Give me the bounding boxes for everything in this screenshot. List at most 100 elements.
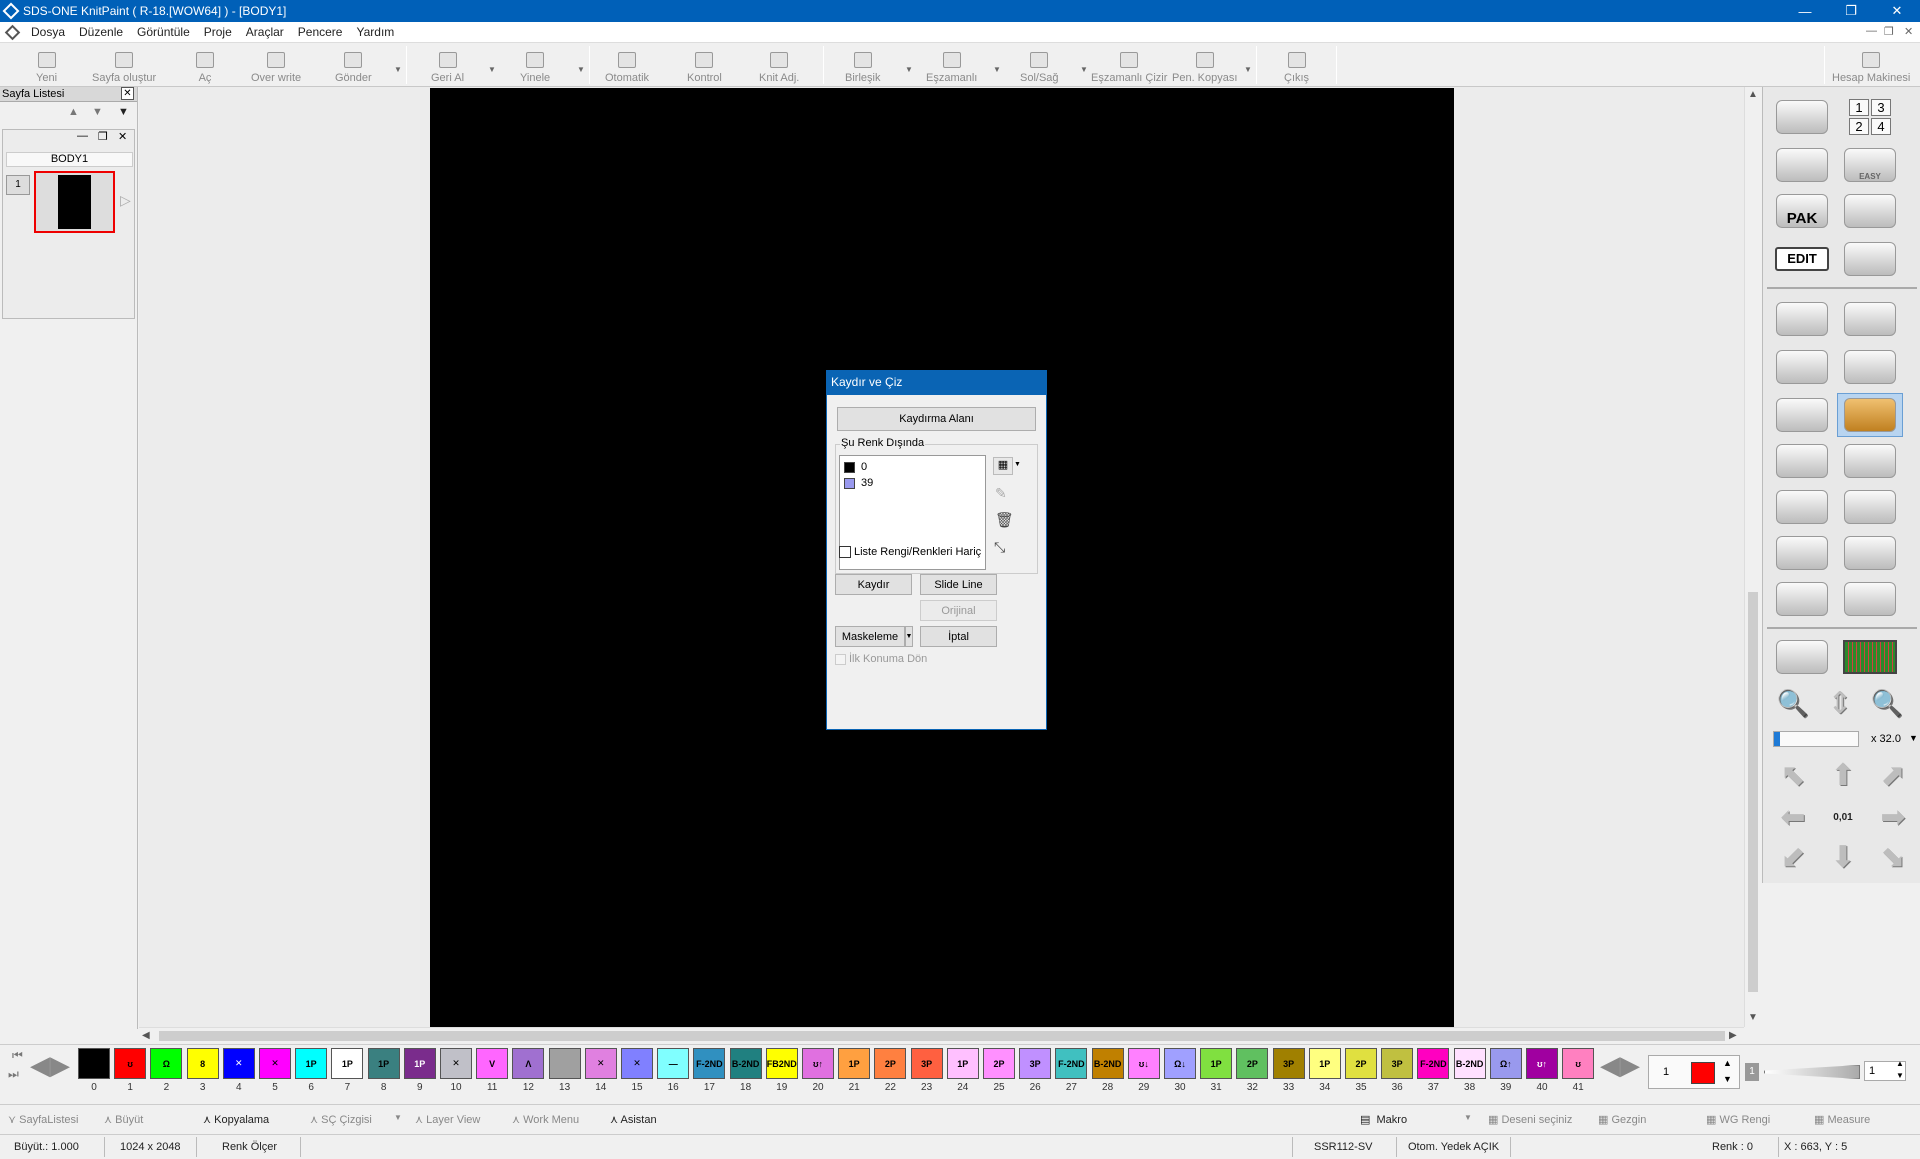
color-swatch-5[interactable]: ✕ (259, 1048, 291, 1079)
color-swatch-16[interactable]: — (657, 1048, 690, 1079)
simultaneous-button[interactable]: Eşzamanlı (926, 45, 977, 85)
scroll-down-icon[interactable]: ▼ (1748, 1012, 1758, 1023)
page-list-close-button[interactable]: ✕ (121, 87, 134, 100)
pick-color-icon[interactable]: ⤡ (994, 539, 1005, 556)
value-down-icon[interactable]: ▼ (1896, 1071, 1904, 1080)
draw-tool-button[interactable] (1769, 95, 1835, 139)
mask-dropdown-icon[interactable]: ▼ (905, 626, 913, 647)
page-tab-body1[interactable]: BODY1 (6, 152, 133, 167)
select-pattern-button[interactable]: ▦ Deseni seçiniz (1488, 1113, 1572, 1126)
eraser-tool-button[interactable] (1837, 577, 1903, 621)
redo-button[interactable]: Yinele (520, 45, 550, 85)
color-swatch-18[interactable]: B-2ND (729, 1048, 762, 1079)
undo-dropdown-icon[interactable]: ▼ (488, 65, 496, 74)
exit-button[interactable]: Çıkış (1284, 45, 1309, 85)
color-swatch-34[interactable]: 1P (1308, 1048, 1341, 1079)
pattern-tool-button[interactable] (1769, 143, 1835, 187)
palette-scroll-left-icon[interactable]: ◀ (1600, 1050, 1620, 1081)
page-thumbnail[interactable] (34, 171, 115, 233)
nudge-button[interactable]: 0,01 (1821, 799, 1865, 835)
combine-dropdown-icon[interactable]: ▼ (905, 65, 913, 74)
scissor-tool-button[interactable] (1837, 237, 1903, 281)
zoom-slider-thumb[interactable] (1774, 732, 1780, 746)
color-swatch-12[interactable]: Λ (512, 1048, 545, 1079)
checkbox-box[interactable] (835, 653, 846, 665)
color-swatch-26[interactable]: 3P (1019, 1048, 1052, 1079)
window-copy-button[interactable]: Pen. Kopyası (1172, 45, 1237, 85)
move-down-right-button[interactable]: ⬊ (1871, 839, 1915, 875)
value-up-icon[interactable]: ▲ (1896, 1059, 1904, 1068)
color-swatch-36[interactable]: 3P (1381, 1048, 1414, 1079)
mdi-minimize-button[interactable]: — (1866, 25, 1877, 37)
value-slider[interactable] (1764, 1065, 1860, 1079)
paste-tool-button[interactable] (1837, 531, 1903, 575)
move-left-button[interactable]: ⬅ (1771, 799, 1815, 835)
menu-project[interactable]: Proje (197, 25, 239, 39)
color-swatch-30[interactable]: Ω↓ (1164, 1048, 1196, 1079)
tree-tool-button[interactable] (1769, 393, 1835, 437)
palette-next-icon[interactable]: ▶ (50, 1050, 70, 1081)
new-button[interactable]: Yeni (36, 45, 57, 85)
color-swatch-21[interactable]: 1P (838, 1048, 871, 1079)
palette-prev-icon[interactable]: ◀ (30, 1050, 50, 1081)
selected-color-swatch[interactable] (1691, 1062, 1715, 1084)
horizontal-scroll-thumb[interactable] (159, 1031, 1725, 1041)
menu-tools[interactable]: Araçlar (239, 25, 291, 39)
color-swatch-4[interactable]: ✕ (222, 1048, 255, 1079)
color-swatch-15[interactable]: ✕ (621, 1048, 653, 1079)
move-up-icon[interactable]: ▲ (68, 106, 79, 118)
close-button[interactable]: ✕ (1874, 0, 1920, 22)
color-swatch-32[interactable]: 2P (1236, 1048, 1269, 1079)
dots-tool-button[interactable] (1769, 485, 1835, 529)
frame-tool-button[interactable] (1769, 577, 1835, 621)
color-list-item[interactable]: 0 (844, 461, 867, 473)
scroll-up-icon[interactable]: ▲ (1748, 89, 1758, 100)
color-swatch-19[interactable]: FB2ND (765, 1048, 798, 1079)
transfer-tool-button[interactable] (1837, 189, 1903, 233)
measure-button[interactable]: ▦ Measure (1814, 1113, 1870, 1126)
open-button[interactable]: Aç (196, 45, 214, 85)
color-up-icon[interactable]: ▲ (1723, 1058, 1732, 1068)
auto-button[interactable]: Otomatik (605, 45, 649, 85)
menu-help[interactable]: Yardım (349, 25, 401, 39)
color-swatch-22[interactable]: 2P (874, 1048, 907, 1079)
color-swatch-6[interactable]: 1P (295, 1048, 328, 1079)
color-swatch-33[interactable]: 3P (1272, 1048, 1305, 1079)
undo-button[interactable]: Geri Al (431, 45, 464, 85)
color-swatch-31[interactable]: 1P (1200, 1048, 1233, 1079)
subwindow-minimize-icon[interactable]: — (77, 130, 88, 142)
menu-view[interactable]: Görüntüle (130, 25, 197, 39)
color-swatch-23[interactable]: 3P (910, 1048, 943, 1079)
color-down-icon[interactable]: ▼ (1723, 1074, 1732, 1084)
vertical-scrollbar[interactable]: ▲ ▼ (1744, 87, 1761, 1027)
line-tool-button[interactable] (1769, 297, 1835, 341)
grid-view-button[interactable] (1837, 635, 1903, 679)
zoom-in-button[interactable]: 🔍 (1865, 685, 1909, 721)
color-swatch-2[interactable]: Ω (150, 1048, 183, 1079)
exclude-list-checkbox[interactable]: Liste Rengi/Renkleri Hariç (839, 546, 981, 558)
mdi-close-button[interactable]: ✕ (1904, 25, 1913, 38)
original-button[interactable]: Orijinal (920, 600, 997, 621)
eraser-list-icon[interactable]: ✎ (995, 485, 1007, 502)
slide-line-button[interactable]: Slide Line (920, 574, 997, 595)
color-swatch-17[interactable]: F-2ND (693, 1048, 726, 1079)
easy-tool-button[interactable]: EASY (1837, 143, 1903, 187)
page-create-button[interactable]: Sayfa oluştur (92, 45, 156, 85)
left-right-dropdown-icon[interactable]: ▼ (1080, 65, 1088, 74)
horizontal-scrollbar[interactable]: ◀ ▶ (139, 1027, 1744, 1044)
window-copy-dropdown-icon[interactable]: ▼ (1244, 65, 1252, 74)
subwindow-close-icon[interactable]: ✕ (118, 130, 127, 143)
vertical-move-button[interactable]: ⇕ (1818, 685, 1862, 721)
document-icon[interactable] (4, 24, 21, 40)
tab-work-menu[interactable]: ⋏ Work Menu (512, 1113, 579, 1126)
send-dropdown-icon[interactable]: ▼ (394, 65, 402, 74)
color-swatch-40[interactable]: ʊ↑ (1526, 1048, 1558, 1079)
hand-tool-button[interactable] (1769, 635, 1835, 679)
move-tool-button[interactable] (1837, 345, 1903, 389)
trash-icon[interactable]: 🗑 (995, 511, 1014, 529)
cancel-button[interactable]: İptal (920, 626, 997, 647)
menu-edit[interactable]: Düzenle (72, 25, 130, 39)
color-swatch-35[interactable]: 2P (1345, 1048, 1377, 1079)
copy-tool-button[interactable] (1769, 531, 1835, 575)
color-swatch-7[interactable]: 1P (331, 1048, 364, 1079)
